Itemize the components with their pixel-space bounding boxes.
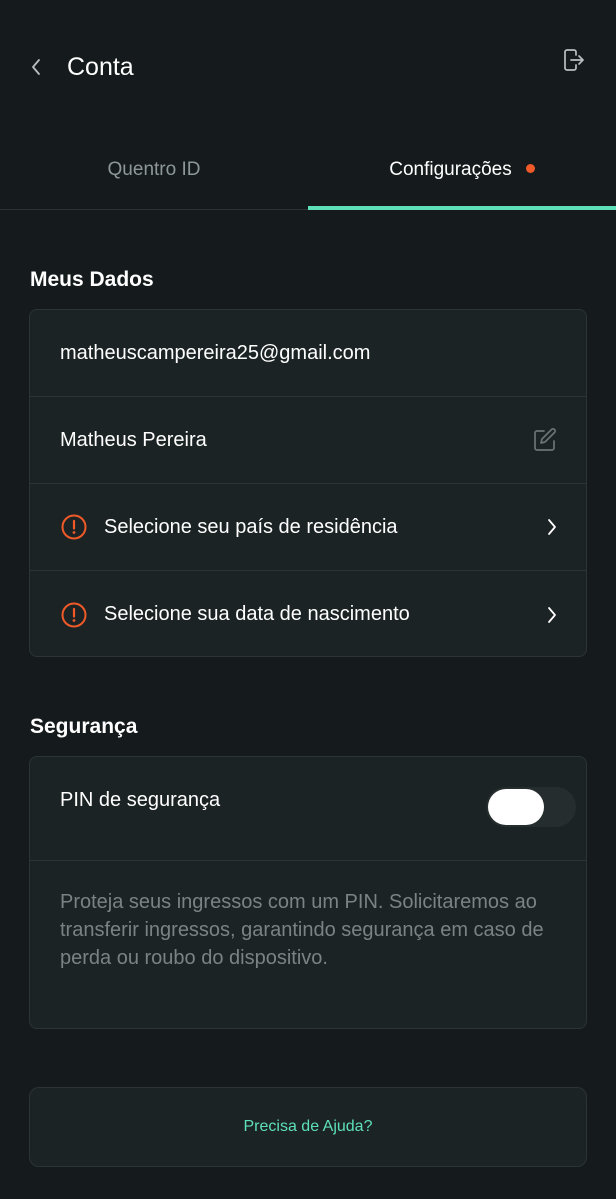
page-title: Conta (67, 53, 134, 81)
birthdate-prompt: Selecione sua data de nascimento (104, 603, 410, 625)
edit-icon (534, 428, 556, 451)
notification-dot (525, 163, 535, 173)
chevron-right-icon (546, 605, 558, 625)
logout-icon (564, 49, 584, 71)
toggle-knob (488, 789, 544, 825)
seguranca-card: PIN de segurança Proteja seus ingressos … (29, 756, 587, 1029)
help-button[interactable]: Precisa de Ajuda? (29, 1087, 587, 1167)
logout-button[interactable] (560, 46, 588, 74)
email-value: matheuscampereira25@gmail.com (60, 341, 371, 364)
email-row: matheuscampereira25@gmail.com (30, 310, 586, 397)
meus-dados-card: matheuscampereira25@gmail.com Matheus Pe… (29, 309, 587, 657)
alert-icon (60, 513, 88, 541)
name-value: Matheus Pereira (60, 428, 207, 451)
tab-label: Configurações (389, 159, 512, 180)
pin-row: PIN de segurança (30, 757, 586, 861)
tab-configuracoes[interactable]: Configurações (308, 130, 616, 210)
section-title-seguranca: Segurança (30, 715, 138, 738)
help-label: Precisa de Ajuda? (243, 1118, 373, 1135)
account-screen: Conta Quentro ID Configurações Meus Dado… (0, 0, 616, 1199)
section-title-meus-dados: Meus Dados (30, 268, 154, 291)
edit-name-button[interactable] (532, 427, 558, 453)
pin-toggle[interactable] (486, 787, 576, 827)
country-row[interactable]: Selecione seu país de residência (30, 484, 586, 571)
birthdate-row[interactable]: Selecione sua data de nascimento (30, 571, 586, 656)
header: Conta (0, 0, 616, 130)
pin-label: PIN de segurança (60, 789, 221, 811)
alert-icon (60, 601, 88, 629)
chevron-right-icon (546, 517, 558, 537)
tab-quentro-id[interactable]: Quentro ID (0, 130, 308, 210)
pin-description: Proteja seus ingressos com um PIN. Solic… (60, 891, 544, 969)
active-tab-indicator (308, 206, 616, 210)
tab-label: Quentro ID (107, 159, 201, 180)
chevron-left-icon (32, 59, 40, 75)
name-row: Matheus Pereira (30, 397, 586, 484)
back-button[interactable] (22, 52, 50, 82)
country-prompt: Selecione seu país de residência (104, 515, 398, 538)
tab-bar: Quentro ID Configurações (0, 130, 616, 210)
